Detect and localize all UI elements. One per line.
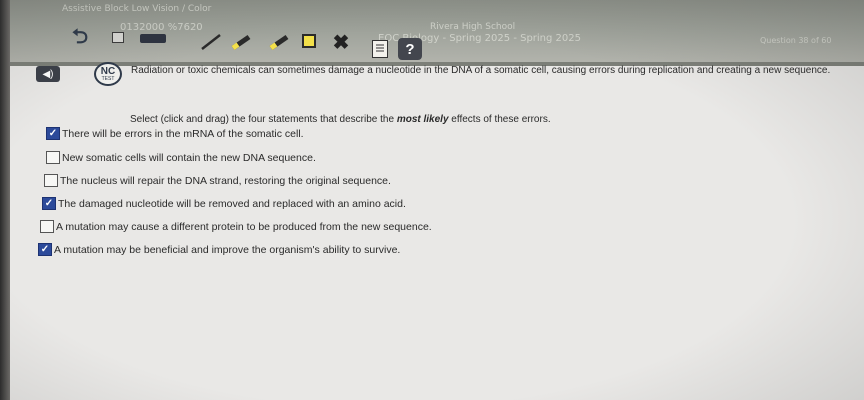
option-text: New somatic cells will contain the new D…: [62, 151, 316, 164]
option-checkbox[interactable]: ✓: [42, 197, 56, 210]
instruction-suffix: effects of these errors.: [448, 114, 551, 125]
option-checkbox[interactable]: ✓: [38, 243, 52, 256]
frame-edge: [0, 0, 10, 400]
question-instruction: Select (click and drag) the four stateme…: [130, 114, 551, 125]
student-id: 0132000 %7620: [120, 22, 203, 33]
option-text: There will be errors in the mRNA of the …: [62, 127, 304, 140]
pointer-tool-icon[interactable]: [112, 32, 124, 43]
question-counter: Question 38 of 60: [760, 36, 832, 45]
option-text: The damaged nucleotide will be removed a…: [58, 197, 406, 210]
option-checkbox[interactable]: [40, 220, 54, 233]
color-swatch-icon[interactable]: [302, 34, 316, 48]
instruction-emphasis: most likely: [396, 114, 449, 125]
pencil-icon[interactable]: [200, 34, 224, 50]
notes-icon[interactable]: [372, 40, 388, 58]
question-stem: Radiation or toxic chemicals can sometim…: [131, 65, 831, 76]
header-top-left-text: Assistive Block Low Vision / Color: [62, 4, 212, 14]
school-name: Rivera High School: [430, 22, 516, 32]
answer-option-4[interactable]: ✓ The damaged nucleotide will be removed…: [42, 197, 406, 210]
option-checkbox[interactable]: [46, 151, 60, 164]
test-screen: Assistive Block Low Vision / Color 01320…: [0, 0, 864, 400]
masking-tool-icon[interactable]: [140, 34, 166, 43]
help-button[interactable]: ?: [398, 38, 422, 60]
answer-option-5[interactable]: A mutation may cause a different protein…: [40, 220, 432, 233]
option-checkbox[interactable]: [44, 174, 58, 187]
answer-option-3[interactable]: The nucleus will repair the DNA strand, …: [44, 174, 391, 187]
option-text: The nucleus will repair the DNA strand, …: [60, 174, 391, 187]
answer-option-2[interactable]: New somatic cells will contain the new D…: [46, 151, 316, 164]
answer-option-1[interactable]: ✓ There will be errors in the mRNA of th…: [46, 127, 304, 140]
option-text: A mutation may cause a different protein…: [56, 220, 432, 233]
logo-test-text: TEST: [101, 75, 115, 82]
logo-nc-text: NC: [100, 65, 116, 77]
highlighter-yellow-icon[interactable]: [230, 34, 254, 50]
instruction-prefix: Select (click and drag) the four stateme…: [130, 114, 397, 125]
option-checkbox[interactable]: ✓: [46, 127, 60, 140]
eliminate-choice-icon[interactable]: ✖: [330, 32, 352, 54]
back-arrow-icon[interactable]: ⮌: [66, 26, 94, 48]
option-text: A mutation may be beneficial and improve…: [54, 243, 401, 256]
highlighter-icon[interactable]: [268, 34, 292, 50]
speaker-icon[interactable]: ◀): [36, 66, 60, 82]
nc-test-logo: NC TEST: [94, 62, 122, 86]
answer-option-6[interactable]: ✓ A mutation may be beneficial and impro…: [38, 243, 400, 256]
